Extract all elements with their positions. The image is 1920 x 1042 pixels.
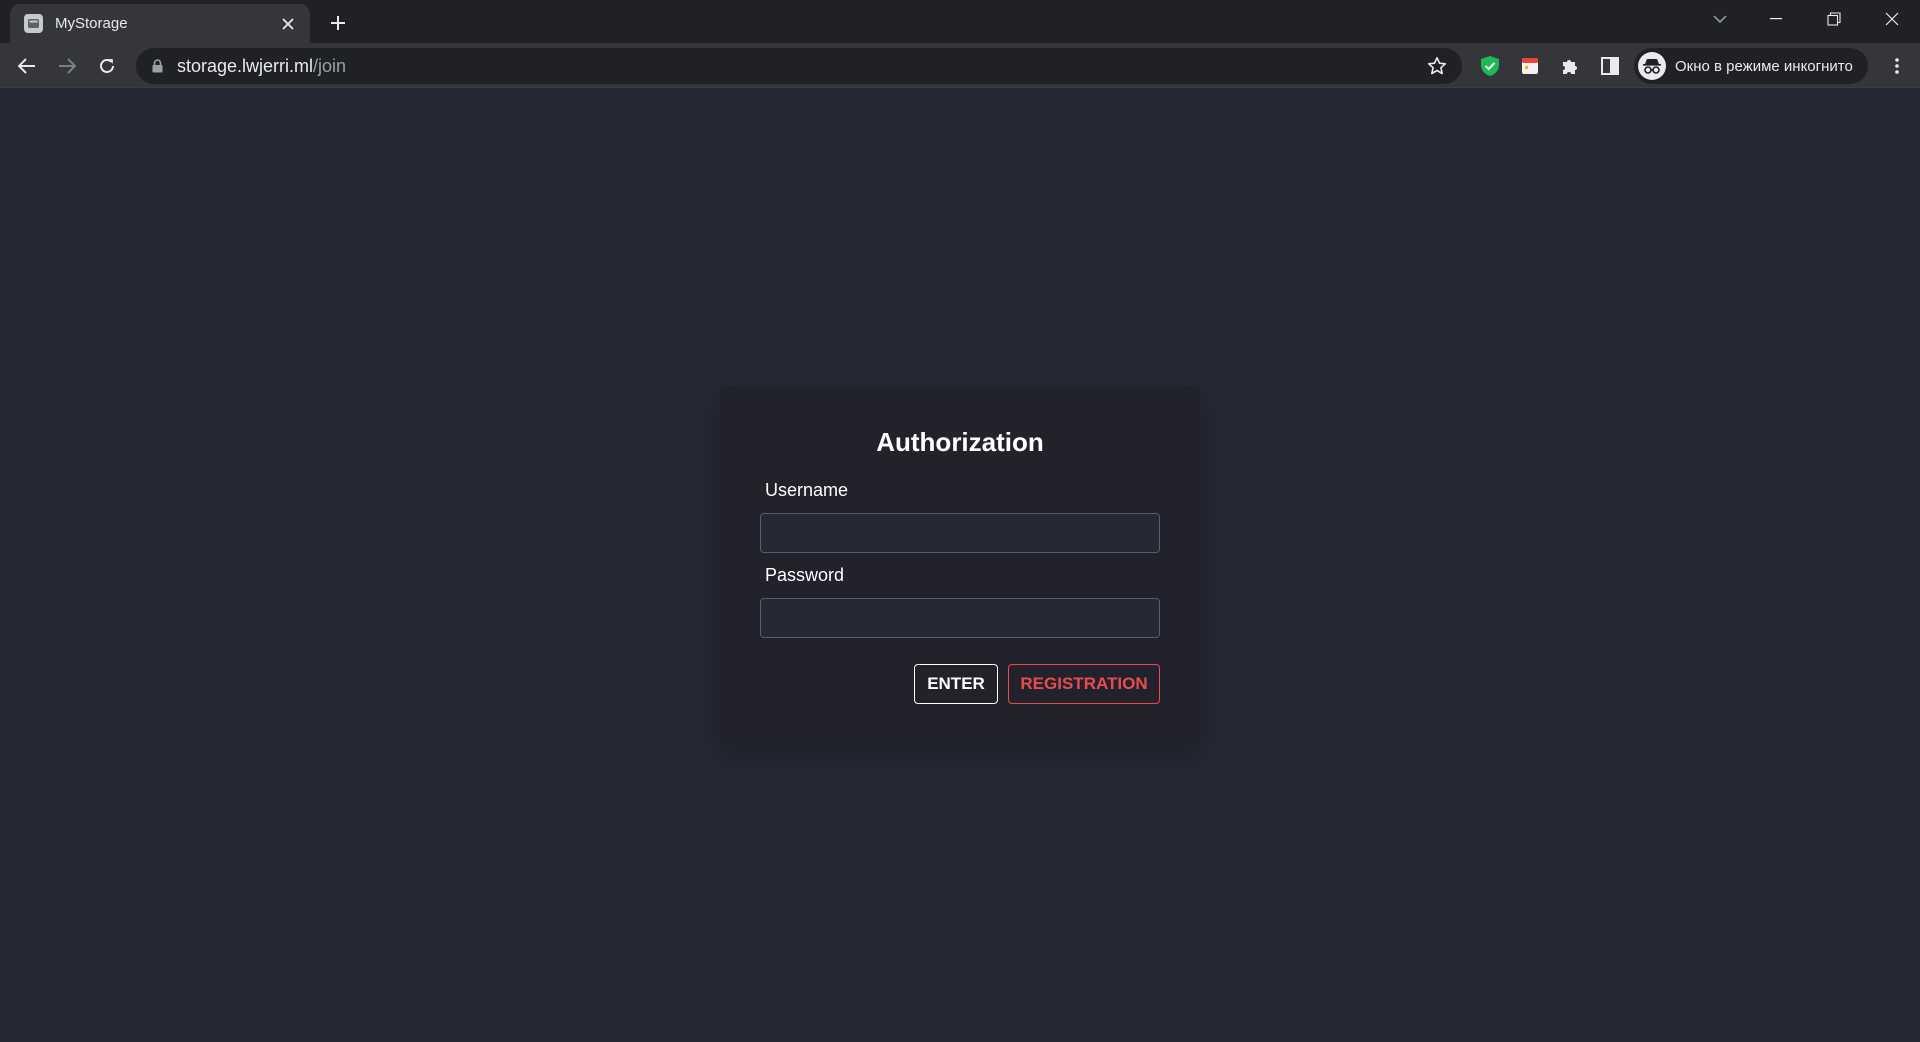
username-input[interactable] [760,513,1160,553]
password-input[interactable] [760,598,1160,638]
new-tab-button[interactable] [324,9,352,37]
back-icon [18,58,35,74]
password-label: Password [765,565,845,585]
url-host: storage.lwjerri.ml [177,55,314,76]
address-bar[interactable]: storage.lwjerri.ml/join [136,48,1462,84]
tab-title: MyStorage [55,15,128,32]
enter-button[interactable]: ENTER [914,664,998,704]
restore-icon [1827,12,1841,26]
back-button[interactable] [10,49,44,83]
calendar-extension-icon[interactable] [1517,53,1543,79]
incognito-label: Окно в режиме инкогнито [1675,57,1853,75]
reload-button[interactable] [90,49,124,83]
reload-icon [100,59,114,73]
incognito-profile-button[interactable]: Окно в режиме инкогнито [1634,48,1868,84]
puzzle-icon[interactable] [1557,53,1583,79]
browser-menu-button[interactable] [1880,49,1914,83]
browser-tab[interactable]: MyStorage [10,4,310,43]
lock-icon[interactable] [152,59,163,73]
restore-button[interactable] [1806,0,1862,38]
authorization-card: Authorization Username Password ENTER RE… [720,386,1200,746]
close-window-button[interactable] [1864,0,1920,38]
browser-titlebar: MyStorage [0,0,1920,43]
star-icon[interactable] [1426,55,1448,77]
page-content: Authorization Username Password ENTER RE… [0,89,1920,1042]
chevron-down-icon [1713,15,1727,23]
url-path: /join [313,55,347,76]
page-title: Authorization [876,427,1044,457]
tab-favicon-icon [24,14,43,33]
incognito-icon [1638,52,1666,80]
minimize-icon [1770,18,1782,20]
close-icon[interactable] [278,14,298,34]
close-icon [1885,12,1899,26]
minimize-button[interactable] [1748,0,1804,38]
tab-search-button[interactable] [1692,0,1748,38]
forward-icon [59,58,76,74]
username-label: Username [765,480,849,500]
shield-extension-icon[interactable] [1477,53,1503,79]
kebab-menu-icon [1895,58,1899,74]
side-panel-icon[interactable] [1597,53,1623,79]
registration-button[interactable]: REGISTRATION [1008,664,1160,704]
plus-icon [331,16,345,30]
forward-button[interactable] [50,49,84,83]
browser-toolbar: storage.lwjerri.ml/join Окно в режиме ин… [0,43,1920,88]
